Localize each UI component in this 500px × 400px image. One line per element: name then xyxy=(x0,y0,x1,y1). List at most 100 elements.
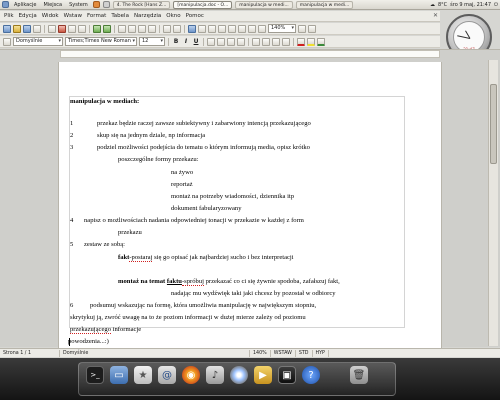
temperature[interactable]: 8°C xyxy=(438,2,447,8)
redo-icon[interactable] xyxy=(173,24,181,33)
table-icon[interactable] xyxy=(198,24,206,33)
find-icon[interactable] xyxy=(218,24,226,33)
status-bar: Strona 1 / 1 Domyślnie 140% WSTAW STD HY… xyxy=(0,348,500,357)
datasource-icon[interactable] xyxy=(248,24,256,33)
save-icon[interactable] xyxy=(23,24,31,33)
preview-icon[interactable] xyxy=(78,24,86,33)
menu-window[interactable]: Okno xyxy=(166,13,180,19)
terminal-icon[interactable]: >_ xyxy=(86,366,104,384)
menu-tools[interactable]: Narzędzia xyxy=(134,13,161,19)
folder-icon[interactable]: ▭ xyxy=(110,366,128,384)
taskbar-task-active[interactable]: [manipulacja.doc - O... xyxy=(173,0,233,9)
taskbar-task[interactable]: manipulacja w medi... xyxy=(235,0,293,9)
font-color-icon[interactable] xyxy=(297,37,305,46)
align-right-icon[interactable] xyxy=(227,37,235,46)
font-name-select[interactable]: Times;Times New Roman xyxy=(65,37,137,46)
menu-insert[interactable]: Wstaw xyxy=(64,13,82,19)
firefox-icon[interactable]: ◉ xyxy=(182,366,200,384)
fakt-line: fakt-postaraj się go opisać jak najbardz… xyxy=(118,254,294,262)
email-icon[interactable] xyxy=(33,24,41,33)
music-icon[interactable]: ♪ xyxy=(206,366,224,384)
standard-toolbar: 140% xyxy=(0,23,440,35)
video-icon[interactable]: ▣ xyxy=(278,366,296,384)
menu-view[interactable]: Widok xyxy=(42,13,59,19)
paragraph-style-select[interactable]: Domyślnie xyxy=(13,37,63,46)
foot-menu-icon[interactable] xyxy=(2,1,9,8)
page-indicator[interactable]: Strona 1 / 1 xyxy=(0,349,60,357)
pdf-icon[interactable] xyxy=(58,24,66,33)
paste-icon[interactable] xyxy=(138,24,146,33)
help-icon[interactable] xyxy=(298,24,306,33)
increase-indent-icon[interactable] xyxy=(282,37,290,46)
insert-mode[interactable]: WSTAW xyxy=(271,349,296,357)
bullets-icon[interactable] xyxy=(262,37,270,46)
menu-system[interactable]: System xyxy=(67,2,90,8)
spellcheck-word[interactable]: -spróbuj xyxy=(181,278,204,286)
align-center-icon[interactable] xyxy=(217,37,225,46)
hyperlink-icon[interactable] xyxy=(188,24,196,33)
launcher-icon[interactable] xyxy=(102,1,110,8)
trash-icon[interactable]: 🗑 xyxy=(350,366,368,384)
styles-icon[interactable] xyxy=(3,37,11,46)
selection-mode[interactable]: STD xyxy=(296,349,313,357)
decrease-indent-icon[interactable] xyxy=(272,37,280,46)
new-icon[interactable] xyxy=(3,24,11,33)
format-paintbrush-icon[interactable] xyxy=(148,24,156,33)
close-document-icon[interactable]: ✕ xyxy=(433,12,438,19)
underline-button[interactable]: U xyxy=(192,38,200,45)
menu-file[interactable]: Plik xyxy=(4,13,14,19)
vertical-scrollbar[interactable] xyxy=(488,60,498,346)
menu-format[interactable]: Format xyxy=(87,13,106,19)
top-panel: Aplikacje Miejsca System 4. The Rock [Ha… xyxy=(0,0,500,10)
spellcheck-icon[interactable] xyxy=(93,24,101,33)
highlight-icon[interactable] xyxy=(307,37,315,46)
bold-button[interactable]: B xyxy=(172,38,180,45)
autospell-icon[interactable] xyxy=(103,24,111,33)
montaz-rest: przekazać co ci się żywnie spodoba, zafa… xyxy=(203,278,340,285)
disc-icon[interactable] xyxy=(230,366,248,384)
edit-icon[interactable] xyxy=(48,24,56,33)
show-draw-icon[interactable] xyxy=(208,24,216,33)
email-icon[interactable]: @ xyxy=(158,366,176,384)
menu-places[interactable]: Miejsca xyxy=(41,2,64,8)
taskbar-task[interactable]: 4. The Rock [Hans Z... xyxy=(112,0,171,9)
italic-button[interactable]: I xyxy=(182,38,190,45)
help-icon[interactable]: ? xyxy=(302,366,320,384)
nonprinting-chars-icon[interactable] xyxy=(258,24,266,33)
open-icon[interactable] xyxy=(13,24,21,33)
align-left-icon[interactable] xyxy=(207,37,215,46)
toolbar-extra-icon[interactable] xyxy=(308,24,316,33)
spellcheck-word[interactable]: -postaraj xyxy=(129,254,153,262)
scrollbar-thumb[interactable] xyxy=(490,84,497,164)
gallery-icon[interactable] xyxy=(238,24,246,33)
weather-icon[interactable]: ☁ xyxy=(430,2,435,8)
menu-applications[interactable]: Aplikacje xyxy=(12,2,38,8)
print-icon[interactable] xyxy=(68,24,76,33)
zoom-select[interactable]: 140% xyxy=(268,24,296,33)
menu-table[interactable]: Tabela xyxy=(111,13,129,19)
copy-icon[interactable] xyxy=(128,24,136,33)
document-page[interactable]: manipulacja w mediach: 1 przekaz będzie … xyxy=(58,62,442,348)
background-color-icon[interactable] xyxy=(317,37,325,46)
navigator-icon[interactable] xyxy=(228,24,236,33)
zoom-indicator[interactable]: 140% xyxy=(250,349,271,357)
separator xyxy=(114,24,115,33)
taskbar-task[interactable]: manipulacja w medi... xyxy=(295,0,354,9)
clock-text[interactable]: śro 9 maj, 21:47 xyxy=(450,2,491,8)
power-icon[interactable]: ⏻ xyxy=(494,2,498,8)
font-size-select[interactable]: 12 xyxy=(139,37,165,46)
spellcheck-word[interactable]: przekazującego xyxy=(70,326,111,334)
cut-icon[interactable] xyxy=(118,24,126,33)
item-text: napisz o możliwościach nadania odpowiedn… xyxy=(84,217,304,224)
page-style[interactable]: Domyślnie xyxy=(60,349,250,357)
horizontal-ruler[interactable] xyxy=(60,50,440,58)
numbering-icon[interactable] xyxy=(252,37,260,46)
launcher-icon[interactable] xyxy=(92,1,100,8)
menu-help[interactable]: Pomoc xyxy=(186,13,204,19)
star-icon[interactable]: ★ xyxy=(134,366,152,384)
undo-icon[interactable] xyxy=(163,24,171,33)
justify-icon[interactable] xyxy=(237,37,245,46)
media-icon[interactable]: ▶ xyxy=(254,366,272,384)
hyperlink-mode[interactable]: HYP xyxy=(313,349,329,357)
menu-edit[interactable]: Edycja xyxy=(19,13,37,19)
